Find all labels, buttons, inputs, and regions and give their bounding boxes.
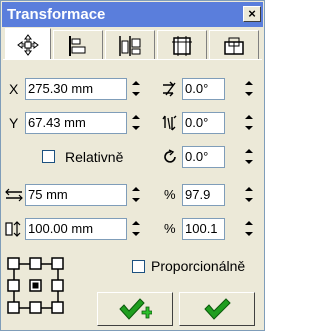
y-up-arrow[interactable] bbox=[129, 112, 143, 123]
height-percent-up-arrow[interactable] bbox=[242, 218, 256, 229]
width-up-arrow[interactable] bbox=[129, 184, 143, 195]
height-percent-field[interactable]: 100.1 bbox=[182, 218, 225, 240]
apply-copy-button[interactable] bbox=[97, 292, 173, 326]
width-down-arrow[interactable] bbox=[129, 195, 143, 206]
horizontal-skew-field[interactable]: 0.0° bbox=[182, 78, 225, 100]
width-percent-spinner[interactable] bbox=[242, 184, 256, 206]
x-position-field[interactable]: 275.30 mm bbox=[25, 78, 127, 100]
proportional-checkbox[interactable] bbox=[132, 260, 145, 273]
move-arrows-icon bbox=[17, 33, 39, 56]
height-field[interactable]: 100.00 mm bbox=[25, 218, 127, 240]
y-down-arrow[interactable] bbox=[129, 123, 143, 134]
window-title: Transformace bbox=[7, 6, 106, 23]
height-down-arrow[interactable] bbox=[129, 229, 143, 240]
vertical-skew-field[interactable]: 0.0° bbox=[182, 112, 225, 134]
check-plus-icon bbox=[119, 298, 152, 320]
x-up-arrow[interactable] bbox=[129, 78, 143, 89]
check-icon bbox=[204, 298, 231, 320]
relative-label: Relativně bbox=[65, 149, 124, 165]
tab-size[interactable] bbox=[157, 30, 207, 60]
rotation-icon bbox=[164, 149, 176, 163]
anchor-point-grid[interactable] bbox=[4, 254, 68, 318]
proportional-label: Proporcionálně bbox=[151, 258, 246, 274]
tab-align[interactable] bbox=[53, 30, 103, 60]
height-up-arrow[interactable] bbox=[129, 218, 143, 229]
vertical-skew-down-arrow[interactable] bbox=[242, 123, 256, 134]
title-bar[interactable]: Transformace × bbox=[2, 2, 263, 27]
vertical-skew-up-arrow[interactable] bbox=[242, 112, 256, 123]
size-icon bbox=[172, 35, 192, 56]
width-percent-label: % bbox=[164, 187, 176, 202]
y-position-spinner[interactable] bbox=[129, 112, 143, 134]
vertical-skew-icon bbox=[162, 115, 177, 131]
horizontal-skew-up-arrow[interactable] bbox=[242, 78, 256, 89]
height-spinner[interactable] bbox=[129, 218, 143, 240]
width-spinner[interactable] bbox=[129, 184, 143, 206]
width-icon bbox=[5, 188, 23, 202]
y-position-field[interactable]: 67.43 mm bbox=[25, 112, 127, 134]
height-percent-down-arrow[interactable] bbox=[242, 229, 256, 240]
x-position-spinner[interactable] bbox=[129, 78, 143, 100]
horizontal-skew-down-arrow[interactable] bbox=[242, 89, 256, 100]
height-percent-label: % bbox=[164, 221, 176, 236]
width-field[interactable]: 75 mm bbox=[25, 184, 127, 206]
rotation-down-arrow[interactable] bbox=[242, 157, 256, 168]
width-percent-down-arrow[interactable] bbox=[242, 195, 256, 206]
height-percent-spinner[interactable] bbox=[242, 218, 256, 240]
horizontal-skew-spinner[interactable] bbox=[242, 78, 256, 100]
rotation-spinner[interactable] bbox=[242, 146, 256, 168]
rotation-field[interactable]: 0.0° bbox=[182, 146, 225, 168]
apply-button[interactable] bbox=[179, 292, 255, 326]
rotation-up-arrow[interactable] bbox=[242, 146, 256, 157]
y-label: Y bbox=[9, 115, 19, 131]
height-icon bbox=[5, 221, 21, 237]
close-button[interactable]: × bbox=[243, 6, 261, 22]
tab-position[interactable] bbox=[5, 28, 51, 60]
close-icon: × bbox=[248, 6, 256, 21]
vertical-skew-spinner[interactable] bbox=[242, 112, 256, 134]
transform-panel: Transformace × X 275.30 mm 0.0° Y 67.43 … bbox=[0, 0, 265, 331]
horizontal-skew-icon bbox=[163, 81, 176, 97]
width-percent-field[interactable]: 97.9 bbox=[182, 184, 225, 206]
tab-skew[interactable] bbox=[209, 30, 259, 60]
width-percent-up-arrow[interactable] bbox=[242, 184, 256, 195]
align-left-icon bbox=[69, 35, 86, 56]
distribute-icon bbox=[119, 35, 141, 56]
tab-distribute[interactable] bbox=[105, 30, 155, 60]
skew-icon bbox=[224, 37, 244, 55]
x-down-arrow[interactable] bbox=[129, 89, 143, 100]
relative-checkbox[interactable] bbox=[42, 150, 55, 163]
x-label: X bbox=[9, 81, 19, 97]
